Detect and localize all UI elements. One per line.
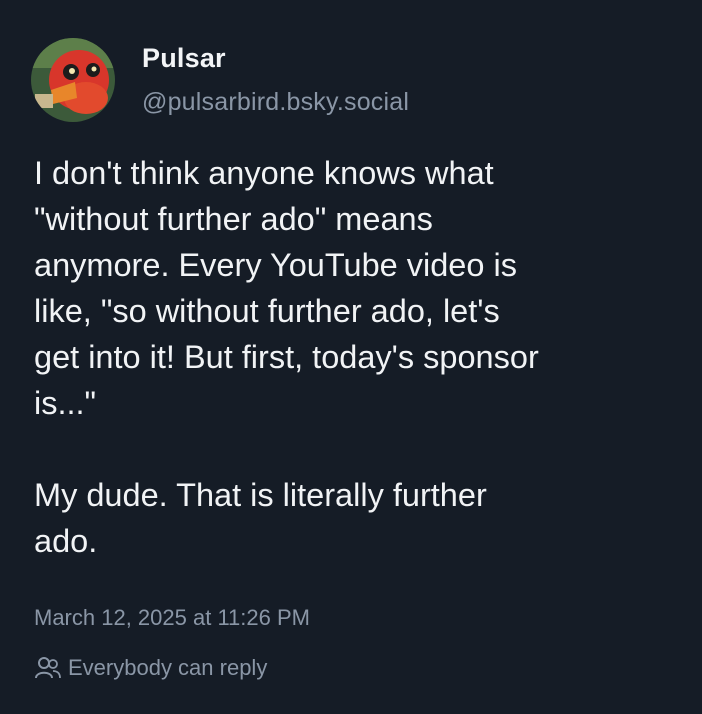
- post-card: Pulsar @pulsarbird.bsky.social I don't t…: [0, 0, 702, 714]
- post-timestamp[interactable]: March 12, 2025 at 11:26 PM: [34, 605, 310, 631]
- avatar-image: [31, 38, 115, 122]
- author-display-name[interactable]: Pulsar: [142, 43, 226, 74]
- reply-setting: Everybody can reply: [34, 653, 267, 683]
- author-avatar[interactable]: [31, 38, 115, 122]
- author-handle[interactable]: @pulsarbird.bsky.social: [142, 88, 409, 117]
- reply-setting-label: Everybody can reply: [68, 655, 268, 680]
- people-icon: [34, 655, 62, 681]
- post-text: I don't think anyone knows what "without…: [34, 155, 539, 559]
